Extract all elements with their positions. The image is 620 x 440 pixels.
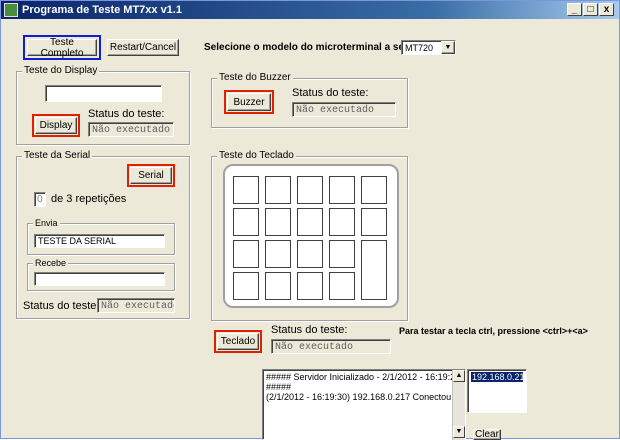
- buzzer-status-label: Status do teste:: [292, 87, 369, 99]
- keypad-key[interactable]: [297, 272, 323, 300]
- app-window: Programa de Teste MT7xx v1.1 _ □ x Teste…: [0, 0, 620, 440]
- serial-button[interactable]: Serial: [127, 164, 175, 187]
- app-icon: [4, 3, 18, 17]
- keypad-key[interactable]: [297, 208, 323, 236]
- teclado-group-label: Teste do Teclado: [217, 150, 296, 162]
- close-button[interactable]: x: [599, 3, 614, 16]
- display-button[interactable]: Display: [32, 114, 80, 137]
- restart-cancel-button[interactable]: Restart/Cancel: [107, 39, 179, 56]
- serial-status-field: Não executado: [97, 298, 175, 313]
- client-list[interactable]: 192.168.0.217:1: [467, 369, 527, 413]
- ctrl-hint: Para testar a tecla ctrl, pressione <ctr…: [399, 326, 588, 336]
- model-dropdown-arrow-icon[interactable]: ▼: [441, 41, 455, 54]
- keypad-key[interactable]: [233, 240, 259, 268]
- keypad-key[interactable]: [297, 240, 323, 268]
- display-status-value: Não executado: [92, 125, 171, 136]
- teclado-status-label: Status do teste:: [271, 324, 348, 336]
- keypad-frame: [223, 164, 399, 308]
- teclado-status-value: Não executado: [275, 342, 354, 353]
- teste-completo-button[interactable]: Teste Completo: [23, 35, 101, 60]
- log-scrollbar[interactable]: ▲ ▼: [452, 370, 465, 440]
- log-line: ##### Servidor Inicializado - 2/1/2012 -…: [266, 372, 461, 392]
- display-group-label: Teste do Display: [22, 65, 100, 77]
- keypad-key[interactable]: [233, 272, 259, 300]
- display-status-field: Não executado: [88, 122, 174, 137]
- keypad-key[interactable]: [329, 272, 355, 300]
- serial-repetitions-label: de 3 repetições: [51, 193, 127, 205]
- keypad-key[interactable]: [329, 176, 355, 204]
- keypad-key[interactable]: [329, 208, 355, 236]
- serial-count-field[interactable]: 0: [34, 192, 46, 207]
- keypad-key[interactable]: [265, 176, 291, 204]
- keypad-key[interactable]: [297, 176, 323, 204]
- teclado-status-field: Não executado: [271, 339, 391, 354]
- model-select-value: MT720: [405, 43, 434, 53]
- display-input[interactable]: [45, 85, 162, 102]
- window-title: Programa de Teste MT7xx v1.1: [22, 4, 182, 16]
- keypad-key-tall[interactable]: [361, 240, 387, 300]
- serial-group-label: Teste da Serial: [22, 150, 93, 162]
- keypad-key[interactable]: [361, 176, 387, 204]
- client-list-item[interactable]: 192.168.0.217:1: [471, 372, 526, 382]
- envia-input[interactable]: TESTE DA SERIAL: [34, 234, 165, 248]
- serial-status-value: Não executado: [101, 301, 175, 312]
- title-bar[interactable]: Programa de Teste MT7xx v1.1 _ □ x: [1, 1, 619, 19]
- minimize-button[interactable]: _: [567, 3, 582, 16]
- buzzer-button[interactable]: Buzzer: [224, 90, 274, 114]
- recebe-input[interactable]: [34, 272, 165, 286]
- keypad-key[interactable]: [233, 208, 259, 236]
- buzzer-status-value: Não executado: [296, 105, 375, 116]
- buzzer-status-field: Não executado: [292, 102, 396, 117]
- teclado-button[interactable]: Teclado: [214, 330, 262, 353]
- keypad-key[interactable]: [265, 240, 291, 268]
- scroll-down-icon[interactable]: ▼: [453, 426, 465, 438]
- keypad-key[interactable]: [233, 176, 259, 204]
- server-log[interactable]: ##### Servidor Inicializado - 2/1/2012 -…: [262, 369, 466, 440]
- clear-button[interactable]: Clear: [473, 429, 501, 440]
- display-status-label: Status do teste:: [88, 108, 165, 120]
- scroll-up-icon[interactable]: ▲: [453, 370, 465, 382]
- keypad-key[interactable]: [265, 272, 291, 300]
- maximize-button[interactable]: □: [583, 3, 598, 16]
- keypad-key[interactable]: [361, 208, 387, 236]
- keypad-key[interactable]: [329, 240, 355, 268]
- keypad-key[interactable]: [265, 208, 291, 236]
- envia-label: Envia: [33, 217, 60, 229]
- log-line: (2/1/2012 - 16:19:30) 192.168.0.217 Cone…: [266, 392, 452, 402]
- buzzer-group-label: Teste do Buzzer: [217, 72, 293, 84]
- serial-status-label: Status do teste:: [23, 300, 100, 312]
- recebe-label: Recebe: [33, 257, 69, 269]
